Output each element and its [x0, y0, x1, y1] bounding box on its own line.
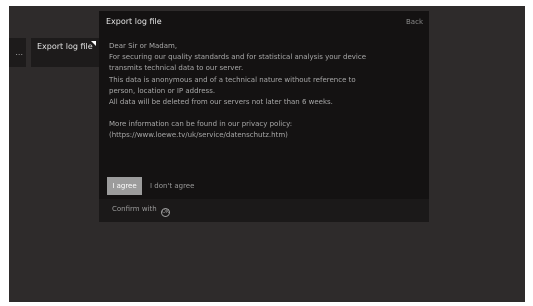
dialog-title: Export log file — [106, 17, 162, 26]
tv-screen: ... Export log file Export log file Back… — [9, 6, 525, 302]
dialog-footer: Confirm with OK — [99, 199, 429, 222]
footer-text: Confirm with — [112, 205, 157, 213]
dialog-header: Export log file Back — [99, 11, 429, 35]
disagree-button[interactable]: I don't agree — [145, 177, 207, 195]
menu-item-label: Export log file — [37, 42, 93, 51]
privacy-url: (https://www.loewe.tv/uk/service/datensc… — [109, 131, 288, 140]
body-line: This data is anonymous and of a technica… — [109, 75, 356, 84]
body-line: person, location or IP address. — [109, 86, 216, 95]
ok-circle-icon: OK — [160, 208, 170, 217]
body-line: All data will be deleted from our server… — [109, 98, 333, 107]
greeting-text: Dear Sir or Madam, — [109, 42, 178, 50]
corner-marker-icon — [91, 41, 96, 46]
back-button[interactable]: Back — [406, 18, 423, 26]
dialog-body: Dear Sir or Madam, For securing our qual… — [109, 41, 421, 142]
menu-item-export-log-file[interactable]: Export log file — [31, 38, 99, 67]
body-line: For securing our quality standards and f… — [109, 53, 367, 62]
menu-stub-glyph: ... — [15, 48, 23, 57]
export-log-dialog: Export log file Back Dear Sir or Madam, … — [99, 11, 429, 222]
agree-button[interactable]: I agree — [107, 177, 142, 195]
body-line: transmits technical data to our server. — [109, 64, 244, 73]
footer-hint: Confirm with OK — [112, 205, 170, 217]
menu-stub[interactable]: ... — [9, 38, 26, 67]
privacy-text: More information can be found in our pri… — [109, 120, 293, 129]
